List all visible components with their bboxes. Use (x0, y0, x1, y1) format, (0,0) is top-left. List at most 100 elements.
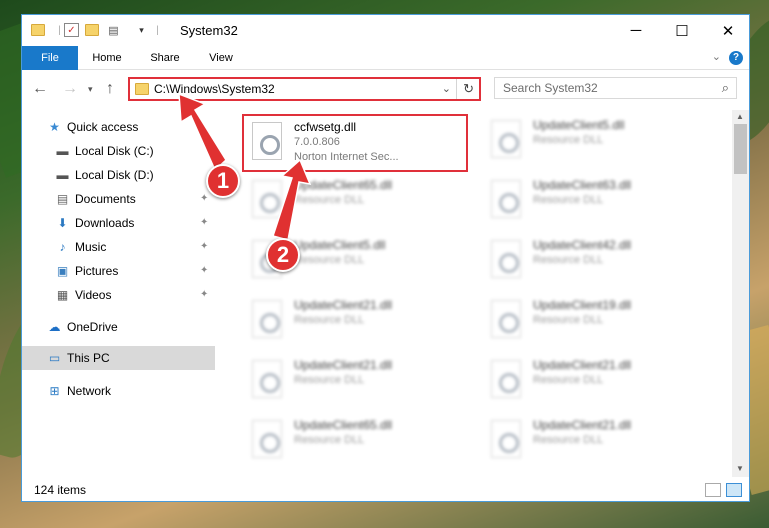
file-name: UpdateClient21.dll (294, 358, 393, 372)
sidebar-item-network[interactable]: ⊞ Network (22, 379, 215, 403)
file-item[interactable]: UpdateClient21.dll Resource DLL (483, 414, 703, 470)
new-folder-icon[interactable] (85, 24, 99, 36)
file-item[interactable]: UpdateClient21.dll Resource DLL (483, 354, 703, 410)
sidebar-item-label: Music (75, 240, 107, 254)
file-item[interactable]: UpdateClient65.dll Resource DLL (244, 174, 464, 230)
file-name: UpdateClient65.dll (294, 178, 393, 192)
back-arrow-icon[interactable]: ← (32, 80, 48, 98)
documents-icon: ▤ (56, 191, 69, 206)
close-button[interactable]: ✕ (705, 15, 749, 46)
file-item[interactable]: UpdateClient19.dll Resource DLL (483, 294, 703, 350)
sidebar-item-label: Downloads (75, 216, 135, 230)
dll-file-icon (491, 120, 521, 158)
pictures-icon: ▣ (56, 263, 69, 278)
pin-icon[interactable]: ✦ (200, 217, 208, 228)
address-bar[interactable]: C:\Windows\System32 ⌄ ↻ (128, 77, 481, 101)
file-item[interactable]: UpdateClient21.dll Resource DLL (244, 294, 464, 350)
tab-file[interactable]: File (22, 46, 78, 70)
sidebar-item-label: This PC (67, 351, 110, 365)
address-path[interactable]: C:\Windows\System32 (154, 82, 275, 96)
maximize-button[interactable]: ☐ (659, 15, 705, 46)
folder-icon (31, 24, 45, 36)
dll-file-icon (491, 420, 521, 458)
customize-icon[interactable]: ▤ (106, 23, 121, 37)
file-list: ccfwsetg.dll 7.0.0.806 Norton Internet S… (235, 110, 729, 477)
file-item[interactable]: UpdateClient63.dll Resource DLL (483, 174, 703, 230)
sidebar-item-pictures[interactable]: ▣ Pictures ✦ (22, 259, 215, 283)
scroll-up-icon[interactable]: ▲ (736, 112, 744, 121)
file-name: UpdateClient5.dll (533, 118, 625, 132)
pin-icon[interactable]: ✦ (200, 265, 208, 276)
sidebar-item-documents[interactable]: ▤ Documents ✦ (22, 187, 215, 211)
help-button[interactable]: ? (729, 51, 743, 65)
dll-file-icon (252, 360, 282, 398)
sidebar-item-label: Local Disk (D:) (75, 168, 154, 182)
scroll-thumb[interactable] (734, 124, 747, 174)
network-icon: ⊞ (49, 383, 60, 398)
dll-file-icon (491, 360, 521, 398)
folder-icon (135, 83, 149, 95)
file-item-ccfwsetg[interactable]: ccfwsetg.dll 7.0.0.806 Norton Internet S… (242, 114, 468, 172)
recent-locations-dropdown-icon[interactable]: ▾ (88, 84, 93, 95)
dll-file-icon (491, 180, 521, 218)
navigation-bar: ← → ▾ ↑ C:\Windows\System32 ⌄ ↻ Search S… (22, 70, 749, 108)
sidebar-item-label: Quick access (67, 120, 139, 134)
sidebar-item-music[interactable]: ♪ Music ✦ (22, 235, 215, 259)
pin-icon[interactable]: ✦ (200, 193, 208, 204)
sidebar-item-label: Documents (75, 192, 136, 206)
expand-ribbon-icon[interactable]: ⌄ (712, 50, 721, 63)
file-description: Resource DLL (533, 314, 604, 326)
search-input[interactable]: Search System32 (503, 81, 598, 95)
cloud-icon: ☁ (48, 319, 61, 334)
file-version: 7.0.0.806 (294, 136, 340, 148)
sidebar-item-local-disk-d[interactable]: ▬ Local Disk (D:) (22, 163, 215, 187)
up-arrow-icon[interactable]: ↑ (106, 80, 114, 98)
download-icon: ⬇ (57, 215, 68, 230)
annotation-marker-2: 2 (266, 238, 300, 272)
search-box[interactable]: Search System32 ⌕ (494, 77, 737, 99)
pin-icon[interactable]: ✦ (200, 289, 208, 300)
file-item[interactable]: UpdateClient65.dll Resource DLL (244, 414, 464, 470)
file-description: Resource DLL (533, 254, 604, 266)
sidebar-item-label: Videos (75, 288, 112, 302)
file-name: UpdateClient63.dll (533, 178, 632, 192)
sidebar-item-videos[interactable]: ▦ Videos ✦ (22, 283, 215, 307)
sidebar-item-quick-access[interactable]: ★ Quick access (22, 115, 215, 139)
file-description: Resource DLL (533, 434, 604, 446)
scroll-down-icon[interactable]: ▼ (736, 464, 744, 473)
minimize-button[interactable]: ─ (613, 15, 659, 46)
sidebar-item-onedrive[interactable]: ☁ OneDrive (22, 315, 215, 339)
address-dropdown-icon[interactable]: ⌄ (442, 82, 451, 95)
forward-arrow-icon[interactable]: → (62, 80, 78, 98)
file-description: Resource DLL (533, 134, 604, 146)
tab-share[interactable]: Share (142, 46, 188, 70)
file-description: Resource DLL (294, 314, 365, 326)
sidebar-item-local-disk-c[interactable]: ▬ Local Disk (C:) (22, 139, 215, 163)
sidebar-item-downloads[interactable]: ⬇ Downloads ✦ (22, 211, 215, 235)
file-name: UpdateClient5.dll (294, 238, 386, 252)
vertical-scrollbar[interactable]: ▲ ▼ (732, 110, 749, 477)
file-name: UpdateClient42.dll (533, 238, 632, 252)
navigation-pane: ★ Quick access ▬ Local Disk (C:) ▬ Local… (22, 110, 215, 477)
drive-icon: ▬ (56, 167, 69, 182)
file-description: Norton Internet Sec... (294, 151, 399, 163)
tab-view[interactable]: View (198, 46, 244, 70)
file-name: UpdateClient65.dll (294, 418, 393, 432)
quick-access-dropdown-icon[interactable]: ▾ (134, 23, 149, 37)
sidebar-item-this-pc[interactable]: ▭ This PC (22, 346, 215, 370)
refresh-icon[interactable]: ↻ (463, 81, 474, 97)
file-description: Resource DLL (533, 194, 604, 206)
tiles-view-icon[interactable] (726, 483, 742, 497)
file-item[interactable]: UpdateClient21.dll Resource DLL (244, 354, 464, 410)
pin-icon[interactable]: ✦ (200, 241, 208, 252)
search-icon[interactable]: ⌕ (722, 80, 729, 96)
file-description: Resource DLL (533, 374, 604, 386)
sidebar-item-label: OneDrive (67, 320, 118, 334)
tab-home[interactable]: Home (84, 46, 130, 70)
status-bar: 124 items (22, 477, 749, 501)
file-item[interactable]: UpdateClient42.dll Resource DLL (483, 234, 703, 290)
file-item[interactable]: UpdateClient5.dll Resource DLL (483, 114, 703, 170)
properties-icon[interactable]: ✓ (64, 23, 79, 37)
sidebar-item-label: Network (67, 384, 112, 398)
details-view-icon[interactable] (705, 483, 721, 497)
